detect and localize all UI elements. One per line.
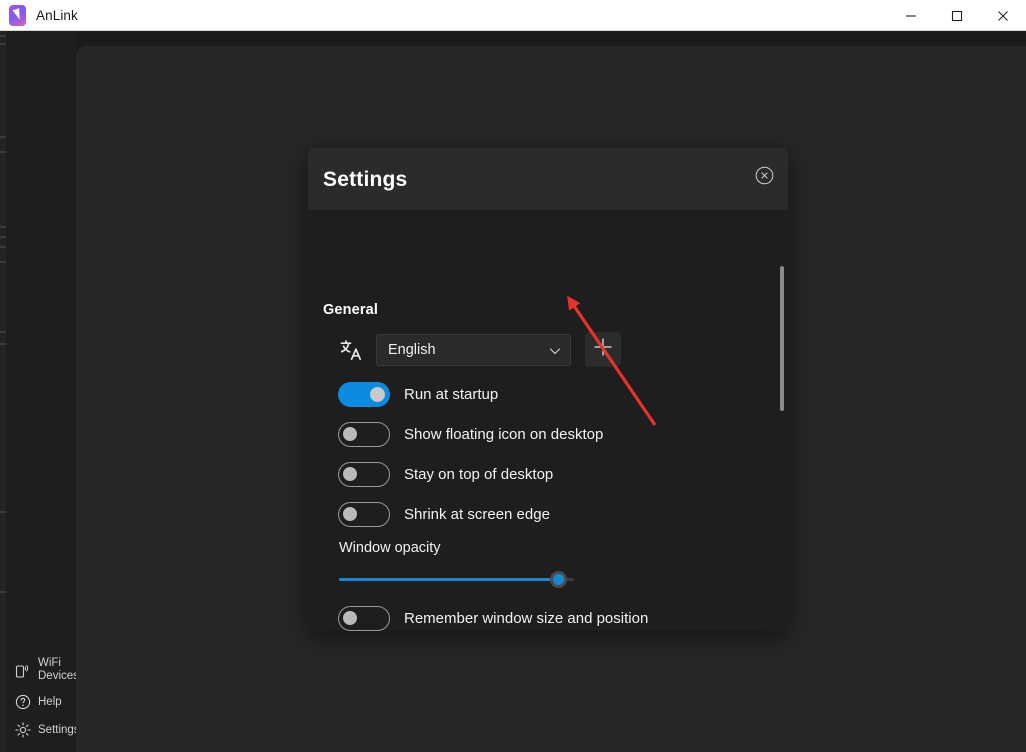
dialog-scrollbar[interactable] bbox=[780, 266, 784, 623]
sidebar-item-label: Settings bbox=[38, 724, 80, 737]
sidebar-item-wifi-devices[interactable]: WiFi Devices bbox=[6, 652, 76, 688]
anlink-app-window: AnLink bbox=[0, 0, 1026, 752]
window-opacity-slider[interactable] bbox=[339, 570, 574, 590]
chevron-down-icon bbox=[548, 344, 562, 358]
sidebar-item-help[interactable]: Help bbox=[6, 688, 76, 716]
sidebar-item-label: Help bbox=[38, 696, 62, 709]
setting-label: Shrink at screen edge bbox=[404, 506, 550, 523]
setting-label: Remember window size and position bbox=[404, 610, 648, 627]
gear-icon bbox=[14, 721, 32, 739]
setting-row-stay-on-top: Stay on top of desktop bbox=[338, 462, 553, 487]
toggle-show-floating-icon-on-desktop[interactable] bbox=[338, 422, 390, 447]
toggle-remember-window-size-and-position[interactable] bbox=[338, 606, 390, 631]
wifi-device-icon bbox=[14, 661, 32, 679]
language-row: English bbox=[338, 332, 621, 367]
section-heading-general: General bbox=[323, 302, 378, 318]
language-select[interactable]: English bbox=[376, 334, 571, 366]
left-sidebar: WiFi Devices Help bbox=[6, 31, 76, 752]
sidebar-item-settings[interactable]: Settings bbox=[6, 716, 76, 744]
toggle-stay-on-top-of-desktop[interactable] bbox=[338, 462, 390, 487]
window-title: AnLink bbox=[36, 8, 78, 23]
add-language-button[interactable] bbox=[585, 332, 621, 367]
sidebar-item-label: WiFi Devices bbox=[38, 657, 79, 683]
translate-icon bbox=[338, 337, 364, 363]
dialog-title: Settings bbox=[323, 168, 407, 192]
minimize-button[interactable] bbox=[888, 0, 934, 31]
language-selected-value: English bbox=[388, 342, 436, 358]
setting-row-run-at-startup: Run at startup bbox=[338, 382, 498, 407]
slider-thumb[interactable] bbox=[550, 571, 567, 588]
close-circle-icon[interactable] bbox=[755, 166, 774, 185]
setting-row-shrink-at-screen-edge: Shrink at screen edge bbox=[338, 502, 550, 527]
settings-dialog-body: General English bbox=[308, 210, 788, 631]
window-controls bbox=[888, 0, 1026, 31]
settings-dialog: Settings General bbox=[308, 148, 788, 631]
sidebar-bottom-group: WiFi Devices Help bbox=[6, 652, 76, 744]
toggle-run-at-startup[interactable] bbox=[338, 382, 390, 407]
setting-label: Stay on top of desktop bbox=[404, 466, 553, 483]
plus-icon bbox=[592, 336, 614, 363]
toggle-shrink-at-screen-edge[interactable] bbox=[338, 502, 390, 527]
settings-dialog-header: Settings bbox=[308, 148, 788, 210]
setting-label: Run at startup bbox=[404, 386, 498, 403]
setting-row-remember-window-size: Remember window size and position bbox=[338, 606, 648, 631]
setting-label: Show floating icon on desktop bbox=[404, 426, 603, 443]
setting-row-show-floating-icon: Show floating icon on desktop bbox=[338, 422, 603, 447]
window-opacity-label: Window opacity bbox=[339, 540, 441, 556]
anlink-logo-icon bbox=[9, 5, 26, 26]
slider-fill bbox=[339, 578, 557, 581]
help-circle-icon bbox=[14, 693, 32, 711]
dialog-scrollbar-thumb[interactable] bbox=[780, 266, 784, 411]
close-button[interactable] bbox=[980, 0, 1026, 31]
window-titlebar: AnLink bbox=[0, 0, 1026, 31]
maximize-button[interactable] bbox=[934, 0, 980, 31]
